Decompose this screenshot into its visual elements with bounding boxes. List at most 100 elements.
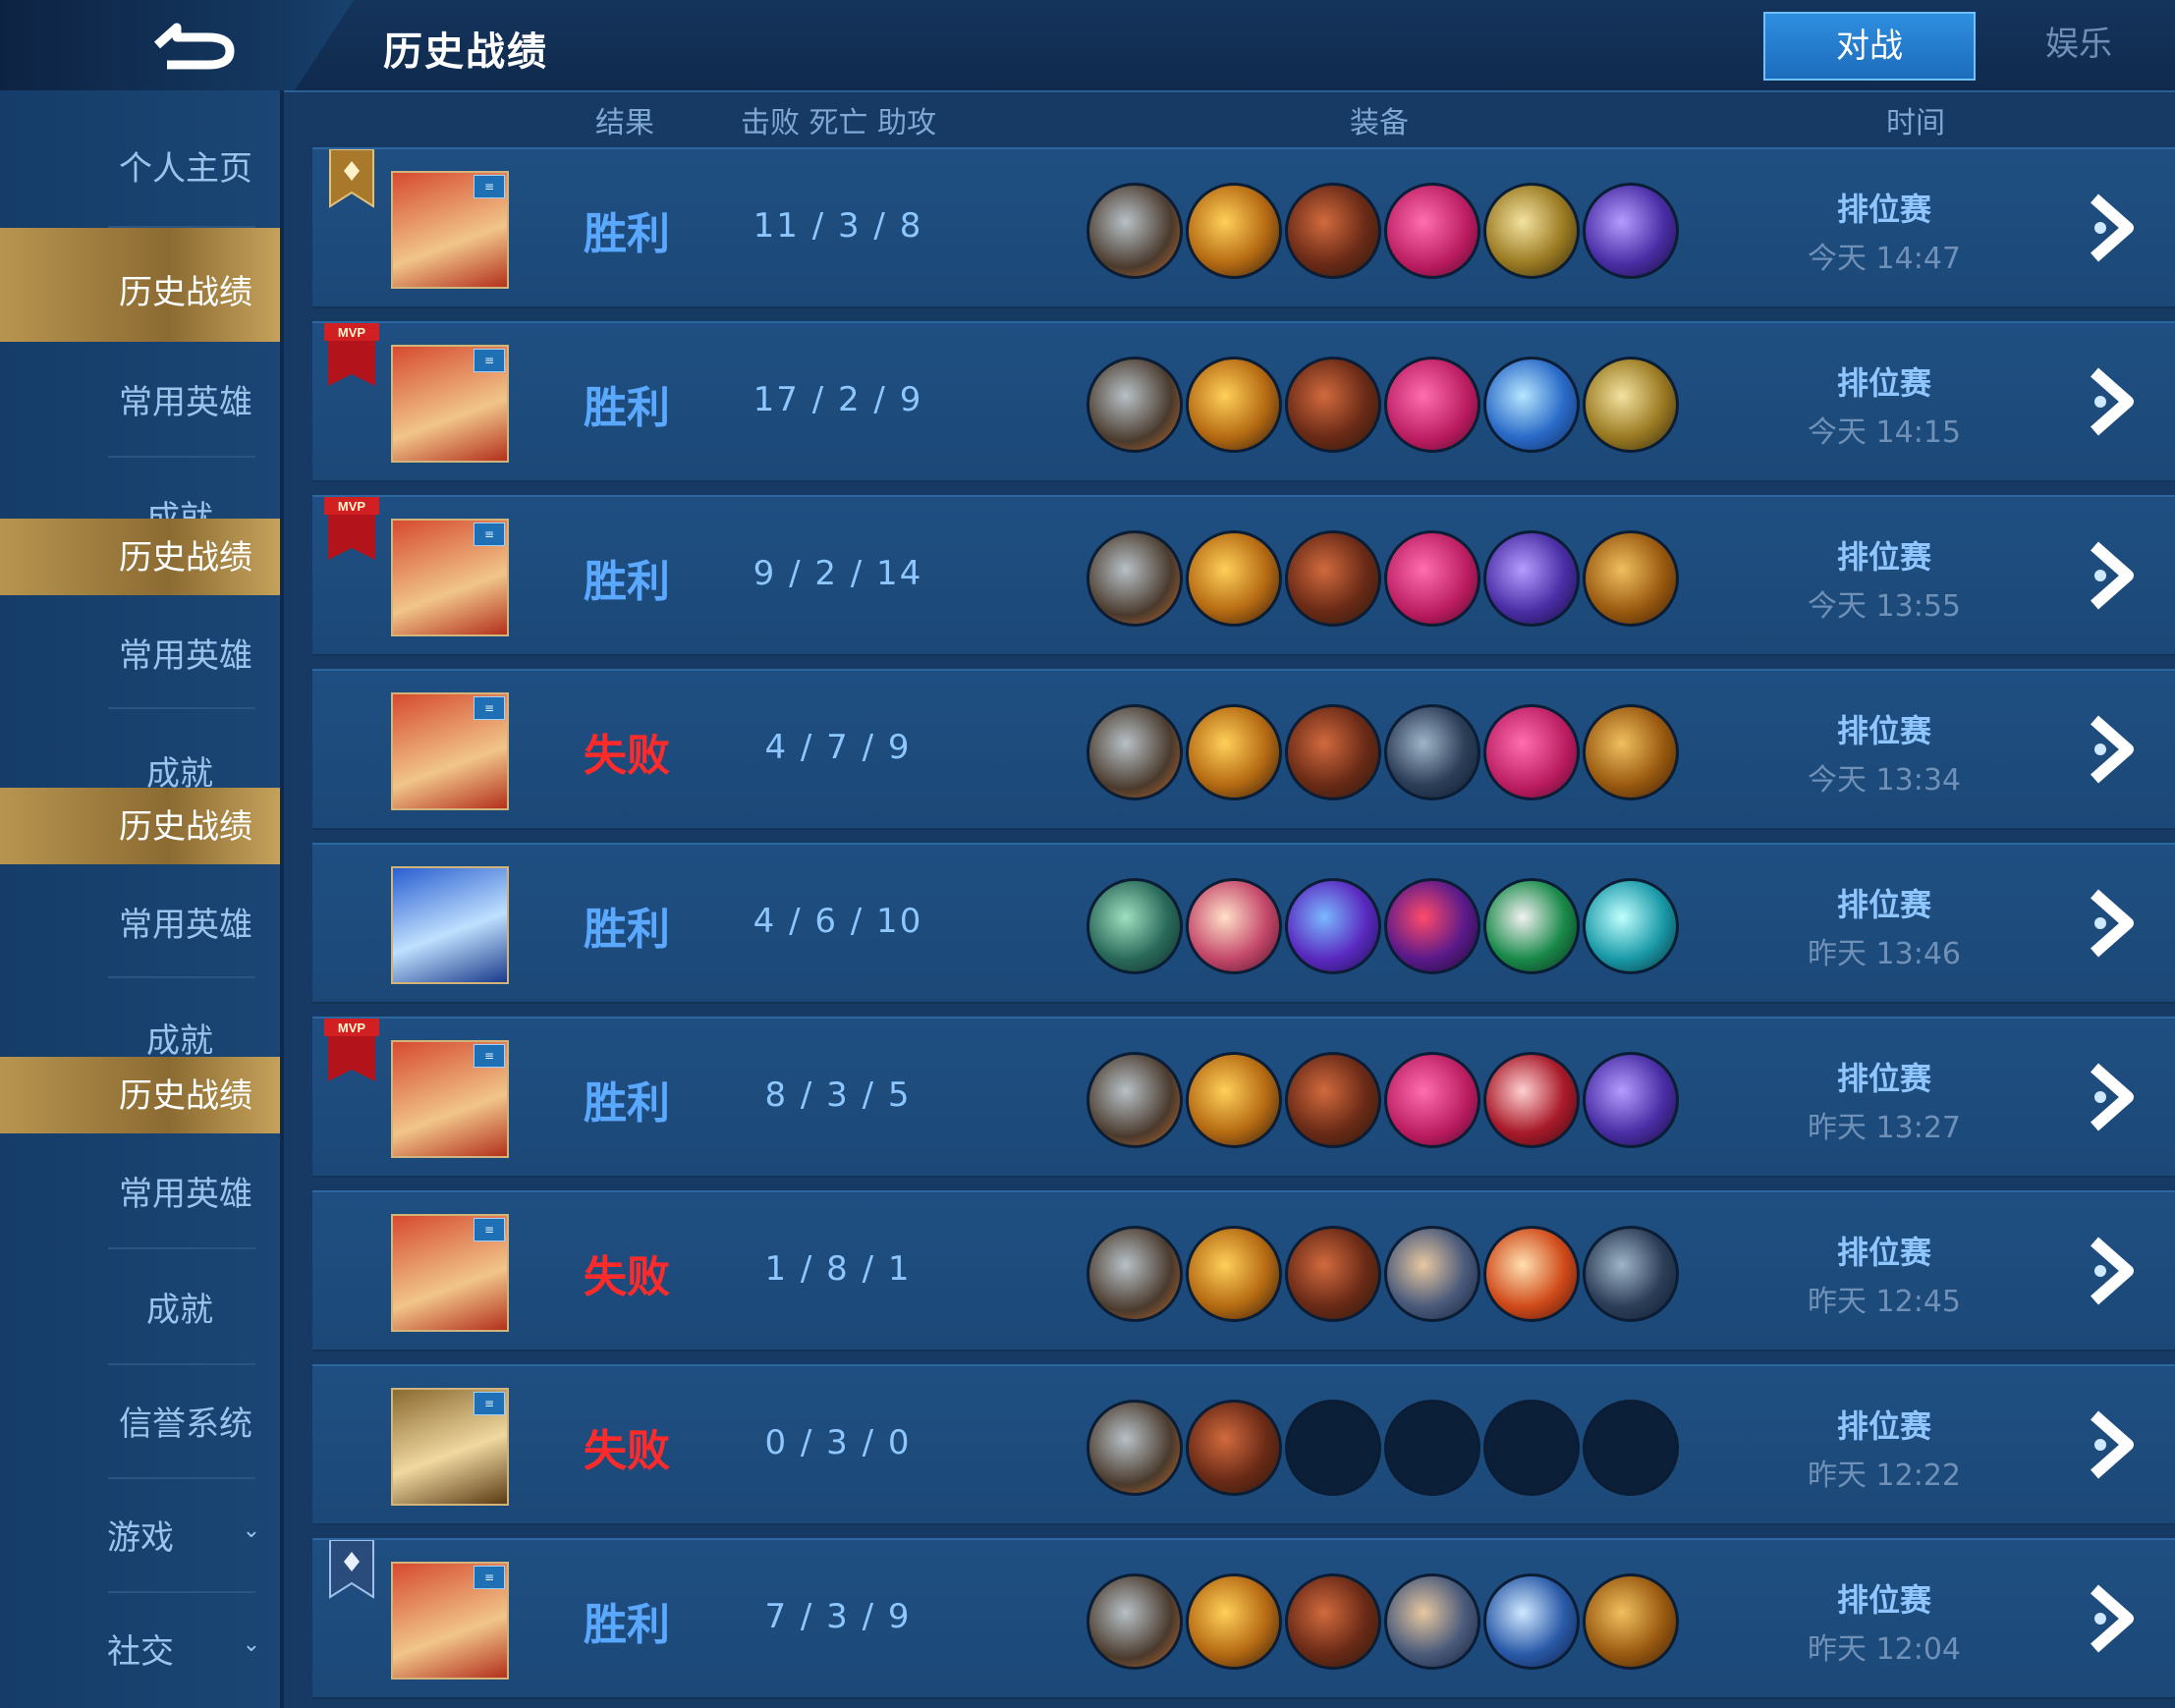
trident-item-icon[interactable] (1583, 1226, 1679, 1322)
chevron-right-icon[interactable] (2081, 366, 2140, 437)
hero-avatar[interactable]: ≡ (391, 171, 509, 289)
sidebar-item-history-4[interactable]: 历史战绩 (0, 1057, 280, 1133)
match-row[interactable]: MVP ≡ 胜利 17 / 2 / 9 排位赛 今天 14:15 (312, 321, 2175, 482)
red-sword-item-icon[interactable] (1285, 704, 1381, 800)
red-sword-item-icon[interactable] (1285, 530, 1381, 627)
sidebar-item-achievements[interactable]: 成就 (0, 491, 280, 521)
red-sword-item-icon[interactable] (1285, 1573, 1381, 1670)
flame-blade-item-icon[interactable] (1186, 357, 1282, 453)
pink-blade-item-icon[interactable] (1384, 530, 1480, 627)
crimson-blade-item-icon[interactable] (1483, 1052, 1580, 1148)
sidebar-item-history-3[interactable]: 历史战绩 (0, 788, 280, 864)
gauntlet-item-icon[interactable] (1384, 1573, 1480, 1670)
sidebar-item-game[interactable]: 游戏 ⌄ (0, 1511, 280, 1570)
pink-blade-item-icon[interactable] (1384, 183, 1480, 279)
match-mode: 排位赛 (1836, 1581, 1931, 1619)
tab-battle[interactable]: 对战 (1763, 12, 1976, 81)
hero-avatar[interactable]: ≡ (391, 519, 509, 636)
sidebar-item-history-2[interactable]: 历史战绩 (0, 519, 280, 595)
trident-item-icon[interactable] (1384, 704, 1480, 800)
hero-avatar[interactable]: ≡ (391, 1562, 509, 1680)
sidebar-item-heroes-4[interactable]: 常用英雄 (0, 1167, 280, 1226)
chevron-right-icon[interactable] (2081, 1062, 2140, 1132)
red-sword-item-icon[interactable] (1186, 1400, 1282, 1496)
chevron-right-icon[interactable] (2081, 193, 2140, 263)
boots-item-icon[interactable] (1087, 1573, 1183, 1670)
hero-avatar[interactable]: ≡ (391, 1214, 509, 1332)
flame-blade-item-icon[interactable] (1186, 1052, 1282, 1148)
sidebar: 个人主页 历史战绩 常用英雄 成就 历史战绩 常用英雄 成就 历史战绩 常用英雄… (0, 90, 284, 1708)
red-spear-item-icon[interactable] (1483, 1226, 1580, 1322)
boots-item-icon[interactable] (1087, 357, 1183, 453)
pink-blade-item-icon[interactable] (1384, 1052, 1480, 1148)
pink-blade-item-icon[interactable] (1384, 357, 1480, 453)
chevron-right-icon[interactable] (2081, 1583, 2140, 1654)
mask-item-icon[interactable] (1483, 878, 1580, 974)
chevron-right-icon[interactable] (2081, 1409, 2140, 1480)
sidebar-item-credit[interactable]: 信誉系统 (0, 1397, 280, 1456)
column-header-result: 结果 (595, 106, 654, 140)
hero-avatar[interactable]: ≡ (391, 1388, 509, 1506)
crystal-staff-item-icon[interactable] (1583, 878, 1679, 974)
gold-dagger-item-icon[interactable] (1483, 183, 1580, 279)
flame-blade-item-icon[interactable] (1186, 1226, 1282, 1322)
gold-scythe-item-icon[interactable] (1583, 530, 1679, 627)
magic-boots-item-icon[interactable] (1087, 878, 1183, 974)
purple-staff-item-icon[interactable] (1483, 530, 1580, 627)
chevron-right-icon[interactable] (2081, 1236, 2140, 1306)
blue-armor-item-icon[interactable] (1483, 357, 1580, 453)
flame-blade-item-icon[interactable] (1186, 704, 1282, 800)
match-mode: 排位赛 (1836, 1060, 1931, 1097)
flame-blade-item-icon[interactable] (1186, 1573, 1282, 1670)
red-sword-item-icon[interactable] (1285, 1226, 1381, 1322)
sidebar-item-profile[interactable]: 个人主页 (0, 141, 280, 200)
match-row[interactable]: MVP ≡ 胜利 8 / 3 / 5 排位赛 昨天 13:27 (312, 1017, 2175, 1178)
spellbook-item-icon[interactable] (1186, 878, 1282, 974)
gold-scythe-item-icon[interactable] (1583, 704, 1679, 800)
hat-item-icon[interactable] (1384, 878, 1480, 974)
boots-item-icon[interactable] (1087, 1052, 1183, 1148)
gold-dagger-item-icon[interactable] (1583, 357, 1679, 453)
flame-blade-item-icon[interactable] (1186, 183, 1282, 279)
pink-blade-item-icon[interactable] (1483, 704, 1580, 800)
blue-bow-item-icon[interactable] (1483, 1573, 1580, 1670)
match-row[interactable]: 胜利 4 / 6 / 10 排位赛 昨天 13:46 (312, 843, 2175, 1004)
boots-item-icon[interactable] (1087, 704, 1183, 800)
match-row[interactable]: ≡ 胜利 7 / 3 / 9 排位赛 昨天 12:04 (312, 1538, 2175, 1699)
match-row[interactable]: ≡ 胜利 11 / 3 / 8 排位赛 今天 14:47 (312, 147, 2175, 308)
flame-blade-item-icon[interactable] (1186, 530, 1282, 627)
dragon-item-icon[interactable] (1285, 878, 1381, 974)
match-row[interactable]: ≡ 失败 0 / 3 / 0 排位赛 昨天 12:22 (312, 1364, 2175, 1525)
tab-entertainment[interactable]: 娱乐 (1975, 12, 2175, 77)
hero-avatar[interactable]: ≡ (391, 692, 509, 810)
match-row[interactable]: ≡ 失败 4 / 7 / 9 排位赛 今天 13:34 (312, 669, 2175, 830)
hero-avatar[interactable]: ≡ (391, 345, 509, 463)
boots-item-icon[interactable] (1087, 1226, 1183, 1322)
boots-item-icon[interactable] (1087, 530, 1183, 627)
back-button[interactable] (0, 0, 354, 90)
sidebar-item-achievements-4[interactable]: 成就 (0, 1283, 280, 1342)
red-sword-item-icon[interactable] (1285, 357, 1381, 453)
chevron-right-icon[interactable] (2081, 540, 2140, 611)
red-sword-item-icon[interactable] (1285, 1052, 1381, 1148)
match-row[interactable]: ≡ 失败 1 / 8 / 1 排位赛 昨天 12:45 (312, 1190, 2175, 1351)
gauntlet-item-icon[interactable] (1384, 1226, 1480, 1322)
chevron-right-icon[interactable] (2081, 714, 2140, 785)
sidebar-item-heroes-3[interactable]: 常用英雄 (0, 898, 280, 957)
sidebar-item-history[interactable]: 历史战绩 (0, 228, 280, 342)
sidebar-item-heroes-2[interactable]: 常用英雄 (0, 629, 280, 688)
menu-icon: ≡ (474, 175, 505, 198)
hero-avatar[interactable] (391, 866, 509, 984)
purple-staff-item-icon[interactable] (1583, 1052, 1679, 1148)
gold-scythe-item-icon[interactable] (1583, 1573, 1679, 1670)
match-row[interactable]: MVP ≡ 胜利 9 / 2 / 14 排位赛 今天 13:55 (312, 495, 2175, 656)
hero-avatar[interactable]: ≡ (391, 1040, 509, 1158)
sidebar-item-heroes[interactable]: 常用英雄 (0, 375, 280, 434)
red-sword-item-icon[interactable] (1285, 183, 1381, 279)
chevron-right-icon[interactable] (2081, 888, 2140, 959)
sidebar-item-social[interactable]: 社交 ⌄ (0, 1625, 280, 1683)
sidebar-item-achievements-3[interactable]: 成就 (0, 1014, 280, 1063)
boots-item-icon[interactable] (1087, 1400, 1183, 1496)
purple-staff-item-icon[interactable] (1583, 183, 1679, 279)
boots-item-icon[interactable] (1087, 183, 1183, 279)
